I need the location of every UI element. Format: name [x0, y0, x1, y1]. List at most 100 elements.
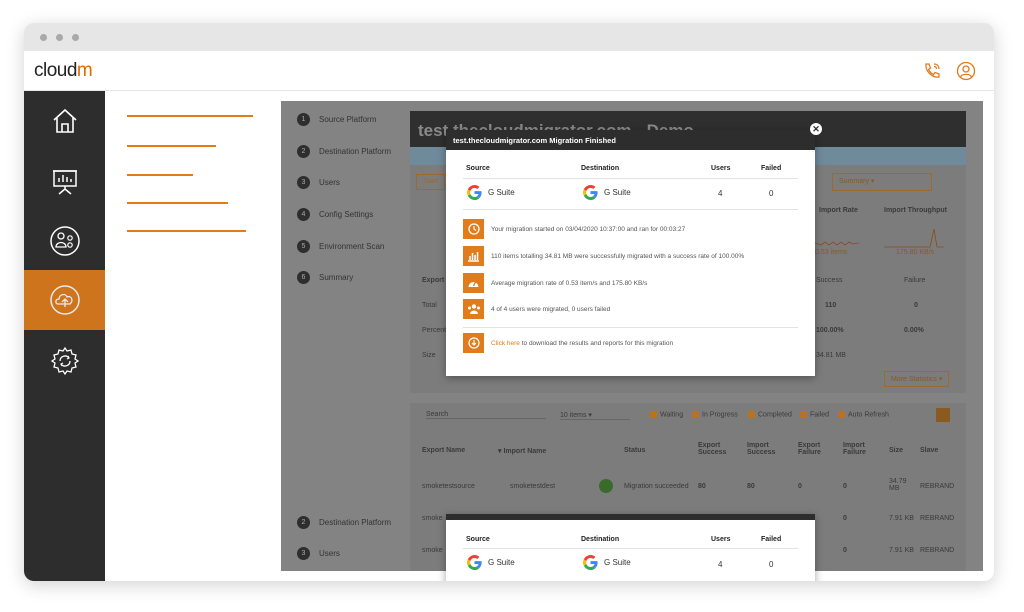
cloudm-logo[interactable]: cloudm — [34, 60, 93, 82]
window-dot-icon[interactable] — [40, 34, 47, 41]
source-platform: G Suite — [466, 552, 515, 572]
export-label: Export — [422, 277, 445, 284]
search-input[interactable]: Search — [426, 411, 546, 419]
size-label: Size — [422, 352, 436, 359]
total-label: Total — [422, 302, 437, 309]
destination-header: Destination — [581, 165, 620, 172]
step-summary[interactable]: 6 Summary — [297, 269, 353, 285]
more-statistics-button[interactable]: More Statistics ▾ — [884, 371, 950, 387]
step-environment-scan[interactable]: 5 Environment Scan — [297, 238, 384, 254]
stat-duration: Your migration started on 03/04/2020 10:… — [463, 219, 685, 239]
nav-reports[interactable] — [24, 151, 105, 211]
status-badge: Migration succeeded — [624, 483, 689, 490]
table-cell: REBRAND — [920, 483, 955, 490]
google-icon — [582, 184, 598, 200]
failure-total: 0 — [914, 302, 918, 309]
nav-home[interactable] — [24, 91, 105, 151]
throughput-sparkline — [884, 228, 944, 248]
col-import-name[interactable]: ▾ Import Name — [498, 447, 546, 455]
throughput-value: 175.80 KB/s — [896, 249, 935, 256]
start-button[interactable]: Start — [416, 174, 445, 190]
col-import-success[interactable]: Import Success — [747, 442, 781, 456]
col-slave[interactable]: Slave — [920, 447, 938, 454]
divider — [463, 548, 798, 549]
table-cell: 7.91 KB — [889, 515, 914, 522]
modal-title: test.thecloudmigrator.com Migration Fini… — [446, 130, 815, 150]
failed-header: Failed — [761, 536, 782, 543]
success-percent: 100.00% — [816, 327, 844, 334]
source-header: Source — [466, 165, 490, 172]
home-icon — [52, 108, 77, 133]
download-icon[interactable] — [463, 333, 484, 353]
migration-finished-modal-2: Source Destination Users Failed G Suite … — [446, 514, 815, 581]
checkbox-icon — [748, 411, 755, 418]
import-throughput-label: Import Throughput — [884, 207, 947, 214]
import-rate-label: Import Rate — [819, 207, 858, 214]
table-cell: smoketestdest — [510, 483, 556, 490]
user-profile-icon[interactable] — [956, 61, 976, 81]
success-check-icon — [599, 479, 613, 493]
window-titlebar — [24, 23, 994, 51]
table-cell: 80 — [747, 483, 755, 490]
col-export-success[interactable]: Export Success — [698, 442, 732, 456]
download-link[interactable]: Click here — [491, 340, 520, 347]
divider — [463, 327, 798, 328]
col-size[interactable]: Size — [889, 447, 903, 454]
step-destination-platform[interactable]: 2 Destination Platform — [297, 514, 391, 530]
users-circle-icon — [49, 226, 80, 256]
speedometer-icon — [463, 273, 484, 293]
submenu-line — [127, 145, 216, 147]
users-icon — [463, 299, 484, 319]
col-import-failure[interactable]: Import Failure — [843, 442, 877, 456]
nav-settings[interactable] — [24, 331, 105, 391]
step-users[interactable]: 3 Users — [297, 545, 340, 561]
phone-icon[interactable] — [922, 61, 942, 81]
table-cell: 80 — [698, 483, 706, 490]
items-per-page-select[interactable]: 10 items ▾ — [560, 411, 630, 420]
users-header: Users — [711, 165, 731, 172]
summary-select[interactable]: Summary ▾ — [832, 173, 932, 191]
filter-waiting[interactable]: Waiting — [650, 411, 683, 418]
step-config-settings[interactable]: 4 Config Settings — [297, 206, 373, 222]
col-export-name[interactable]: Export Name — [422, 447, 465, 454]
google-icon — [466, 184, 482, 200]
checkbox-icon — [692, 411, 699, 418]
failure-header: Failure — [904, 277, 926, 284]
clock-icon — [463, 219, 484, 239]
stat-users: 4 of 4 users were migrated, 0 users fail… — [463, 299, 610, 319]
nav-users[interactable] — [24, 211, 105, 271]
divider — [463, 178, 798, 179]
divider — [463, 209, 798, 210]
refresh-button[interactable] — [936, 408, 950, 422]
submenu-line — [127, 202, 228, 204]
step-source-platform[interactable]: 1 Source Platform — [297, 111, 376, 127]
stat-rate: Average migration rate of 0.53 item/s an… — [463, 273, 647, 293]
window-dot-icon[interactable] — [56, 34, 63, 41]
rate-sparkline — [815, 241, 860, 246]
presentation-chart-icon — [52, 170, 77, 195]
users-count: 4 — [718, 559, 723, 569]
step-users[interactable]: 3 Users — [297, 174, 340, 190]
checkbox-icon — [838, 411, 845, 418]
filter-completed[interactable]: Completed — [748, 411, 792, 418]
table-cell: REBRAND — [920, 515, 955, 522]
table-cell: 7.91 KB — [889, 547, 914, 554]
migration-steps: 1 Source Platform 2 Destination Platform 3… — [281, 101, 408, 571]
col-status[interactable]: Status — [624, 447, 645, 454]
filter-failed[interactable]: Failed — [800, 411, 829, 418]
window-dot-icon[interactable] — [72, 34, 79, 41]
step-destination-platform[interactable]: 2 Destination Platform — [297, 143, 391, 159]
nav-migrate[interactable] — [24, 270, 105, 330]
failed-header: Failed — [761, 165, 782, 172]
close-modal-icon[interactable]: ✕ — [810, 123, 822, 135]
gear-icon — [50, 346, 79, 376]
submenu-line — [127, 115, 253, 117]
size-value: 34.81 MB — [816, 352, 846, 359]
filter-auto-refresh[interactable]: Auto Refresh — [838, 411, 889, 418]
modal-2-header — [446, 514, 815, 520]
app-header: cloudm — [24, 51, 994, 91]
table-cell: REBRAND — [920, 547, 955, 554]
filter-in-progress[interactable]: In Progress — [692, 411, 738, 418]
col-export-failure[interactable]: Export Failure — [798, 442, 832, 456]
failed-count: 0 — [769, 559, 774, 569]
